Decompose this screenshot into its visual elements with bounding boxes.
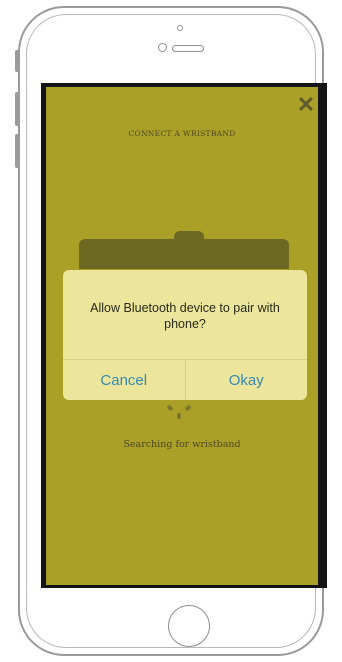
close-icon[interactable]: ✕	[296, 94, 316, 116]
sensor-icon	[177, 25, 183, 31]
bluetooth-pair-dialog: Allow Bluetooth device to pair with phon…	[63, 270, 307, 400]
wristband-knob	[174, 231, 204, 243]
front-camera-icon	[158, 43, 167, 52]
page-title: CONNECT A WRISTBAND	[128, 129, 236, 138]
dialog-message: Allow Bluetooth device to pair with phon…	[90, 301, 280, 331]
loading-spinner-icon	[164, 399, 194, 423]
cancel-button[interactable]: Cancel	[63, 360, 185, 400]
okay-button[interactable]: Okay	[184, 360, 308, 400]
volume-down-button	[15, 134, 19, 168]
home-button[interactable]	[168, 605, 210, 647]
dialog-actions: Cancel Okay	[63, 359, 307, 400]
volume-up-button	[15, 92, 19, 126]
wristband-image	[79, 231, 289, 269]
mute-switch	[15, 50, 19, 72]
speaker-grille	[172, 45, 204, 52]
search-status: Searching for wristband	[123, 439, 241, 450]
